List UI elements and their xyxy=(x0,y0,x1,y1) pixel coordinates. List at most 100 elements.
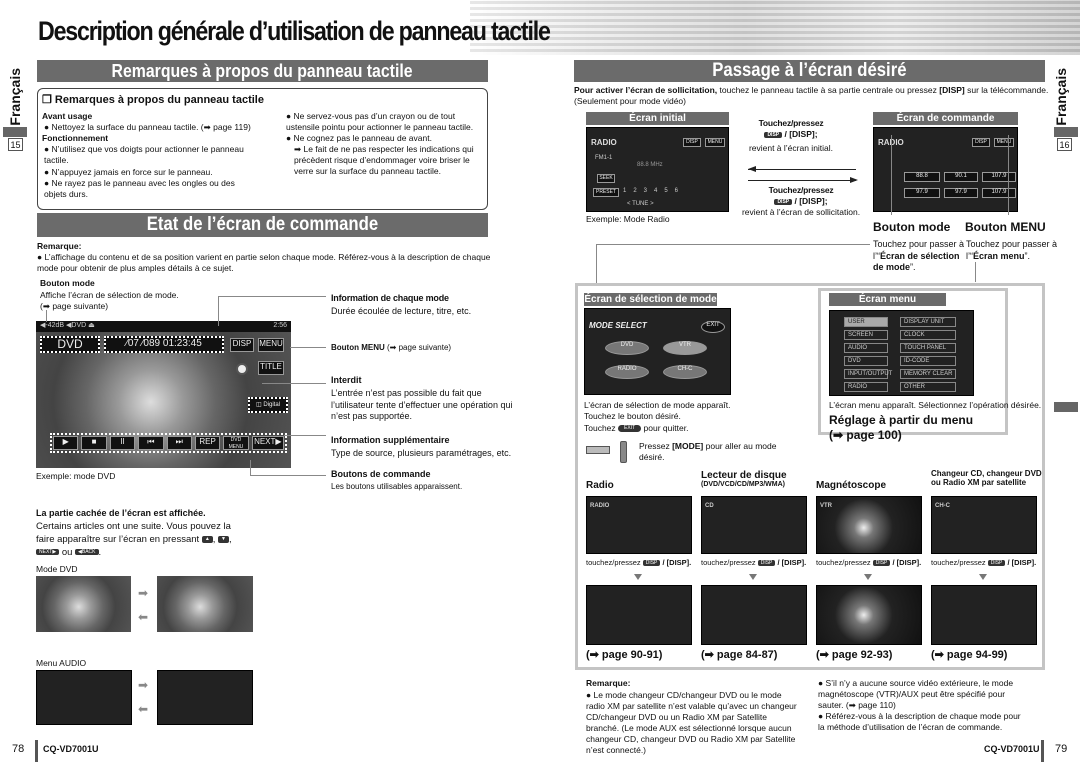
prev-button[interactable]: ⏮ xyxy=(138,436,164,450)
arrow-down-icon xyxy=(864,574,872,580)
menu-button[interactable]: MENU xyxy=(705,138,725,147)
touch1-text: revient à l’écran initial. xyxy=(748,143,834,154)
pause-button[interactable]: II xyxy=(109,436,136,450)
arrow-down-icon xyxy=(749,574,757,580)
mode-screen: RADIO xyxy=(586,496,692,554)
preset-button[interactable]: PRESET xyxy=(593,188,619,197)
menu-left-item[interactable]: SCREEN xyxy=(844,330,888,340)
intro-disp: [DISP] xyxy=(939,85,965,95)
mode-page-ref[interactable]: (➡ page 92-93) xyxy=(816,648,892,662)
next-track-button[interactable]: ⏭ xyxy=(166,436,192,450)
mode-page-ref[interactable]: (➡ page 90-91) xyxy=(586,648,662,662)
page-number-left: 78 xyxy=(12,743,25,755)
reglage-title: Réglage à partir du menu xyxy=(829,413,974,427)
reglage-ref[interactable]: (➡ page 100) xyxy=(829,428,902,444)
disp-button[interactable]: DISP xyxy=(230,338,254,352)
cmd-buttons-title: Boutons de commande xyxy=(331,469,431,479)
menu-left-item[interactable]: USER xyxy=(844,317,888,327)
remarque-label-right: Remarque: xyxy=(586,678,631,688)
command-radio-screen[interactable]: RADIO DISP MENU 88.8 90.1 107.9 97.9 97.… xyxy=(873,127,1018,212)
menu-left-item[interactable]: DVD xyxy=(844,356,888,366)
preset-2[interactable]: 90.1 xyxy=(944,172,978,182)
intro-body: touchez le panneau tactile à sa partie c… xyxy=(717,85,940,95)
next-button[interactable]: NEXT▶ xyxy=(251,436,285,450)
menu-right-item[interactable]: CLOCK xyxy=(900,330,956,340)
callout-line xyxy=(250,475,326,476)
menu-screen-text: L’écran menu apparaît. Sélectionnez l’op… xyxy=(829,400,1042,410)
next-key-icon: NEXT▶ xyxy=(36,548,60,556)
preset-6[interactable]: 107.9 xyxy=(982,188,1016,198)
menu-right-item[interactable]: DISPLAY UNIT xyxy=(900,317,956,327)
fonctionnement-heading: Fonctionnement xyxy=(42,133,109,143)
callout-line xyxy=(218,296,219,326)
fonct-bullet-1: ● N’utilisez que vos doigts pour actionn… xyxy=(44,144,244,166)
stop-button[interactable]: ■ xyxy=(81,436,107,450)
arrow-left-line xyxy=(748,169,856,170)
mode-dvd-button[interactable]: DVD xyxy=(605,341,649,355)
menu-right-item[interactable]: OTHER xyxy=(900,382,956,392)
menu-left-item[interactable]: RADIO xyxy=(844,382,888,392)
language-tab-left: Français xyxy=(7,68,23,126)
hidden-part-title: La partie cachée de l’écran est affichée… xyxy=(36,508,206,518)
press-text: Pressez xyxy=(639,441,673,451)
mode-radio-button[interactable]: RADIO xyxy=(605,365,649,379)
disp-button[interactable]: DISP xyxy=(683,138,701,147)
touch2-title: Touchez/pressez xyxy=(768,185,834,195)
page-title: Description générale d’utilisation de pa… xyxy=(38,16,551,46)
title-button[interactable]: TITLE xyxy=(258,361,284,375)
exit-button[interactable]: EXIT xyxy=(701,321,725,333)
disp-key-icon: DISP xyxy=(872,559,891,567)
menu-right-item[interactable]: TOUCH PANEL xyxy=(900,343,956,353)
fonct-bullet-2: ● N’appuyez jamais en force sur le panne… xyxy=(44,167,213,177)
mode-screen-label: RADIO xyxy=(590,503,610,509)
header-banner-image xyxy=(470,0,1080,55)
right-bullet-1: ● Ne servez-vous pas d’un crayon ou de t… xyxy=(286,111,474,133)
mode-vtr-button[interactable]: VTR xyxy=(663,341,707,355)
dvd-menu-button[interactable]: DVD MENU xyxy=(223,436,249,450)
band-label: FM1-1 xyxy=(595,155,613,161)
sel-text-1: L’écran de sélection de mode apparaît. xyxy=(584,400,731,410)
interdit-text: L’entrée n’est pas possible du fait que … xyxy=(331,388,513,422)
touch-label: touchez/pressez xyxy=(931,558,986,567)
page-box-right: 16 xyxy=(1057,138,1072,151)
menu-right-item[interactable]: MEMORY CLEAR xyxy=(900,369,956,379)
menu-button[interactable]: MENU xyxy=(994,138,1014,147)
up-key-icon: ▲ xyxy=(201,535,213,543)
menu-left-item[interactable]: AUDIO xyxy=(844,343,888,353)
menu-button[interactable]: MENU xyxy=(258,338,284,352)
initial-radio-screen[interactable]: RADIO DISP MENU FM1-1 88.8 MHz SEEK PRES… xyxy=(586,127,729,212)
disp-button[interactable]: DISP xyxy=(972,138,990,147)
cmd-buttons-text: Les boutons utilisables apparaissent. xyxy=(331,482,463,491)
callout-line xyxy=(46,310,47,322)
touch-label: touchez/pressez xyxy=(701,558,756,567)
disp-text: / [DISP]. xyxy=(1007,558,1037,567)
play-button[interactable]: ▶ xyxy=(53,436,79,450)
menu-audio-label: Menu AUDIO xyxy=(36,658,87,668)
mode-title-text: Magnétoscope xyxy=(816,480,887,491)
preset-3[interactable]: 107.9 xyxy=(982,172,1016,182)
mode-page-ref[interactable]: (➡ page 84-87) xyxy=(701,648,777,662)
mode-dvd-label: Mode DVD xyxy=(36,564,78,574)
page-box-left: 15 xyxy=(8,138,23,151)
intro-note: (Seulement pour mode vidéo) xyxy=(574,96,686,106)
disp-text: / [DISP]. xyxy=(777,558,807,567)
preset-1[interactable]: 88.8 xyxy=(904,172,940,182)
mode-chc-button[interactable]: CH-C xyxy=(663,365,707,379)
language-tab-right: Français xyxy=(1053,68,1069,126)
tune-control[interactable]: < TUNE > xyxy=(627,201,654,209)
repeat-button[interactable]: REP xyxy=(194,436,221,450)
preset-5[interactable]: 97.9 xyxy=(944,188,978,198)
press-mode-text: Pressez [MODE] pour aller au mode désiré… xyxy=(639,441,779,463)
menu-left-item[interactable]: INPUT/OUTPUT xyxy=(844,369,892,379)
language-marker-left xyxy=(3,127,27,137)
callout-line xyxy=(262,383,326,384)
arrow-left-icon xyxy=(748,166,756,172)
mode-button[interactable]: DVD xyxy=(40,336,100,353)
mode-page-ref[interactable]: (➡ page 94-99) xyxy=(931,648,1007,662)
remote-control-icon xyxy=(620,441,627,463)
menu-right-item[interactable]: ID-CODE xyxy=(900,356,956,366)
mode-title: Changeur CD, changeur DVD ou Radio XM pa… xyxy=(931,469,1043,488)
seek-button[interactable]: SEEK xyxy=(597,174,615,183)
preset-4[interactable]: 97.9 xyxy=(904,188,940,198)
preset-numbers: 123456 xyxy=(623,188,686,194)
